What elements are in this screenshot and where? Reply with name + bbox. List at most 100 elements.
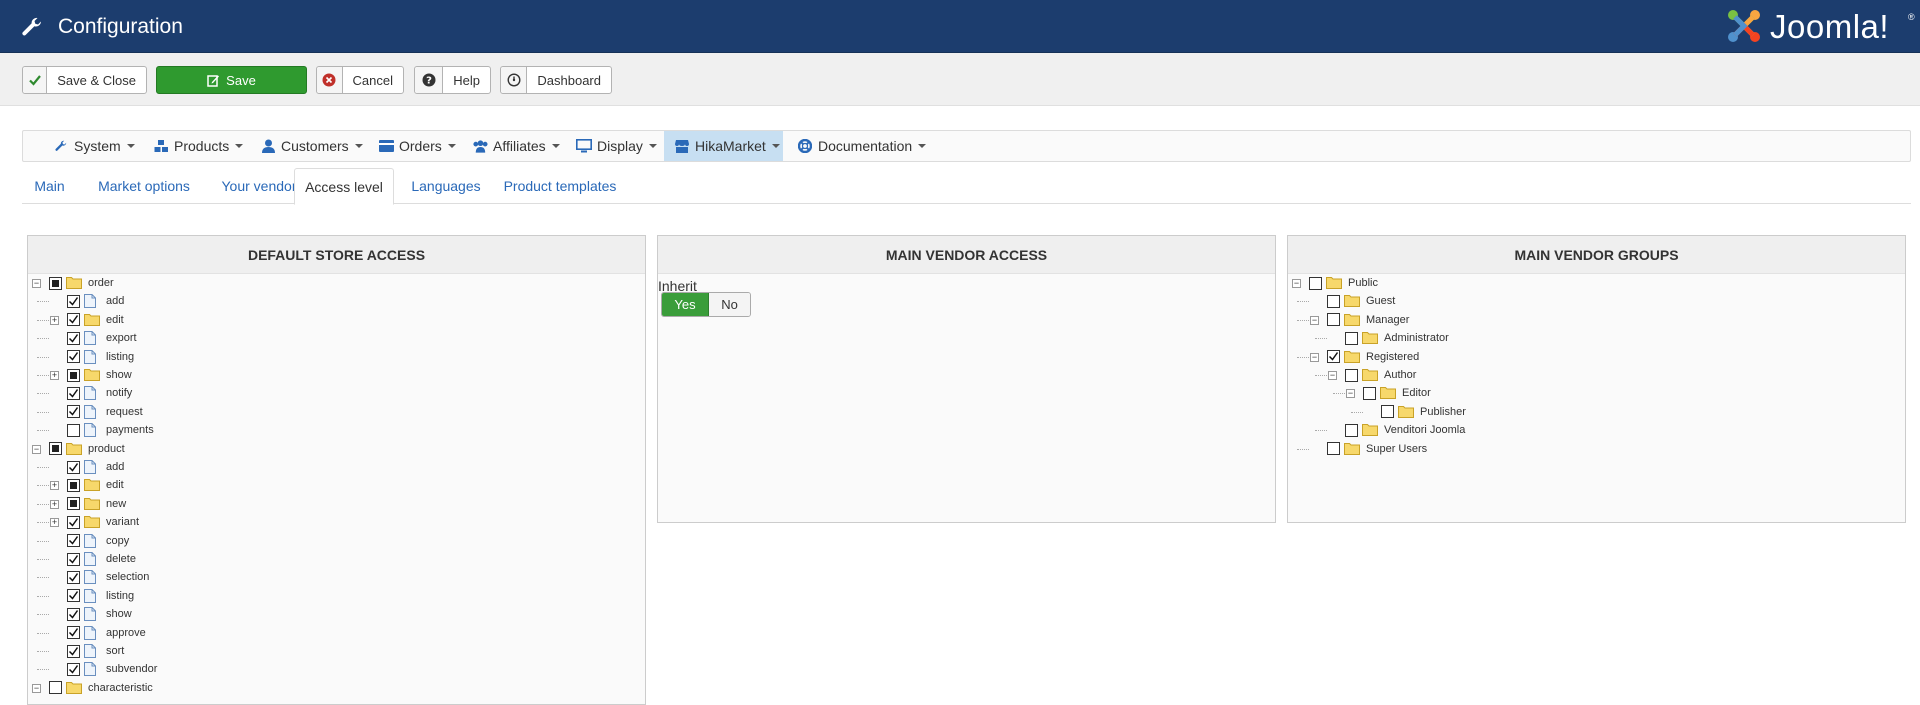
tree-node-checkbox[interactable] xyxy=(1345,368,1358,382)
tree-node-checkbox[interactable] xyxy=(67,368,80,382)
tree-node-checkbox[interactable] xyxy=(1345,423,1358,437)
inherit-no-button[interactable]: No xyxy=(709,293,750,316)
tree-node-label[interactable]: request xyxy=(106,406,143,418)
collapse-icon[interactable]: − xyxy=(1328,371,1337,380)
tree-node-checkbox[interactable] xyxy=(1327,350,1340,364)
tree-node-checkbox[interactable] xyxy=(67,570,80,584)
tab-product-templates[interactable]: Product templates xyxy=(498,168,622,204)
collapse-icon[interactable]: − xyxy=(1346,389,1355,399)
tree-node-checkbox[interactable] xyxy=(49,442,62,456)
expand-icon[interactable]: + xyxy=(50,481,59,491)
tree-node-label[interactable]: variant xyxy=(106,516,139,528)
tree-node-checkbox[interactable] xyxy=(67,589,80,603)
tree-node-label[interactable]: edit xyxy=(106,314,124,326)
tab-access-level[interactable]: Access level xyxy=(294,168,394,205)
tree-node-label[interactable]: Guest xyxy=(1366,295,1395,307)
tree-node-checkbox[interactable] xyxy=(67,515,80,529)
tab-your-vendor[interactable]: Your vendor xyxy=(211,168,307,204)
tree-node-checkbox[interactable] xyxy=(67,497,80,511)
tab-languages[interactable]: Languages xyxy=(404,168,488,204)
tree-node-checkbox[interactable] xyxy=(67,478,80,492)
collapse-icon[interactable]: − xyxy=(32,444,41,454)
tree-node-checkbox[interactable] xyxy=(67,294,80,308)
menu-products[interactable]: Products xyxy=(153,131,244,161)
tree-node-label[interactable]: selection xyxy=(106,571,149,583)
tab-market-options[interactable]: Market options xyxy=(86,168,202,204)
tree-node-label[interactable]: Manager xyxy=(1366,314,1409,326)
menu-system[interactable]: System xyxy=(53,131,135,161)
tree-node-checkbox[interactable] xyxy=(1363,386,1376,400)
tree-node-checkbox[interactable] xyxy=(67,662,80,676)
tree-node-checkbox[interactable] xyxy=(67,423,80,437)
tab-main[interactable]: Main xyxy=(22,168,77,204)
menu-display[interactable]: Display xyxy=(576,131,657,161)
tree-node-label[interactable]: add xyxy=(106,461,124,473)
tree-node-label[interactable]: Author xyxy=(1384,369,1416,381)
tree-node-checkbox[interactable] xyxy=(67,386,80,400)
tree-node-label[interactable]: export xyxy=(106,332,137,344)
tree-node-label[interactable]: Publisher xyxy=(1420,406,1466,418)
tree-node-label[interactable]: characteristic xyxy=(88,682,153,694)
tree-node-checkbox[interactable] xyxy=(49,681,62,695)
tree-node-label[interactable]: listing xyxy=(106,351,134,363)
tree-node-label[interactable]: copy xyxy=(106,535,129,547)
joomla-logo[interactable]: Joomla! ® xyxy=(1724,6,1915,48)
tree-node-label[interactable]: product xyxy=(88,443,125,455)
expand-icon[interactable]: + xyxy=(50,371,59,380)
tree-node-label[interactable]: Public xyxy=(1348,277,1378,289)
tree-node-label[interactable]: Registered xyxy=(1366,351,1419,363)
collapse-icon[interactable]: − xyxy=(1310,315,1319,325)
tree-node-checkbox[interactable] xyxy=(67,350,80,364)
tree-node-label[interactable]: sort xyxy=(106,645,124,657)
tree-node-checkbox[interactable] xyxy=(67,460,80,474)
tree-node-label[interactable]: listing xyxy=(106,590,134,602)
tree-node-label[interactable]: show xyxy=(106,608,132,620)
tree-node-checkbox[interactable] xyxy=(67,607,80,621)
tree-node-label[interactable]: notify xyxy=(106,387,132,399)
tree-node-label[interactable]: Venditori Joomla xyxy=(1384,424,1465,436)
collapse-icon[interactable]: − xyxy=(1310,352,1319,362)
expand-icon[interactable]: + xyxy=(50,315,59,325)
tree-node-label[interactable]: Editor xyxy=(1402,387,1431,399)
tree-node-checkbox[interactable] xyxy=(1327,313,1340,327)
menu-hikamarket[interactable]: HikaMarket xyxy=(664,131,783,161)
save-close-button[interactable]: Save & Close xyxy=(22,66,147,94)
tree-node-label[interactable]: new xyxy=(106,498,126,510)
tree-node-checkbox[interactable] xyxy=(1327,294,1340,308)
inherit-yes-button[interactable]: Yes xyxy=(662,293,709,316)
menu-orders[interactable]: Orders xyxy=(378,131,456,161)
menu-customers[interactable]: Customers xyxy=(260,131,363,161)
tree-node-checkbox[interactable] xyxy=(1309,276,1322,290)
tree-node-checkbox[interactable] xyxy=(1327,442,1340,456)
expand-icon[interactable]: + xyxy=(50,499,59,509)
tree-node-label[interactable]: payments xyxy=(106,424,154,436)
tree-node-checkbox[interactable] xyxy=(1381,405,1394,419)
tree-node-label[interactable]: subvendor xyxy=(106,663,157,675)
tree-node-label[interactable]: approve xyxy=(106,627,146,639)
tree-node-checkbox[interactable] xyxy=(67,405,80,419)
tree-node-label[interactable]: Super Users xyxy=(1366,443,1427,455)
help-button[interactable]: ? Help xyxy=(414,66,491,94)
collapse-icon[interactable]: − xyxy=(32,683,41,693)
cancel-button[interactable]: Cancel xyxy=(316,66,404,94)
tree-node-label[interactable]: edit xyxy=(106,479,124,491)
expand-icon[interactable]: + xyxy=(50,518,59,528)
save-button[interactable]: Save xyxy=(156,66,307,94)
tree-node-checkbox[interactable] xyxy=(67,552,80,566)
tree-node-label[interactable]: delete xyxy=(106,553,136,565)
tree-node-checkbox[interactable] xyxy=(67,313,80,327)
tree-node-checkbox[interactable] xyxy=(67,534,80,548)
collapse-icon[interactable]: − xyxy=(32,279,41,288)
tree-node-label[interactable]: Administrator xyxy=(1384,332,1449,344)
tree-node-label[interactable]: show xyxy=(106,369,132,381)
menu-affiliates[interactable]: Affiliates xyxy=(472,131,560,161)
tree-node-checkbox[interactable] xyxy=(67,626,80,640)
collapse-icon[interactable]: − xyxy=(1292,279,1301,288)
tree-node-label[interactable]: add xyxy=(106,295,124,307)
menu-documentation[interactable]: Documentation xyxy=(797,131,927,161)
tree-node-checkbox[interactable] xyxy=(49,276,62,290)
tree-node-checkbox[interactable] xyxy=(67,331,80,345)
tree-node-checkbox[interactable] xyxy=(1345,331,1358,345)
tree-node-label[interactable]: order xyxy=(88,277,114,289)
dashboard-button[interactable]: Dashboard xyxy=(500,66,612,94)
